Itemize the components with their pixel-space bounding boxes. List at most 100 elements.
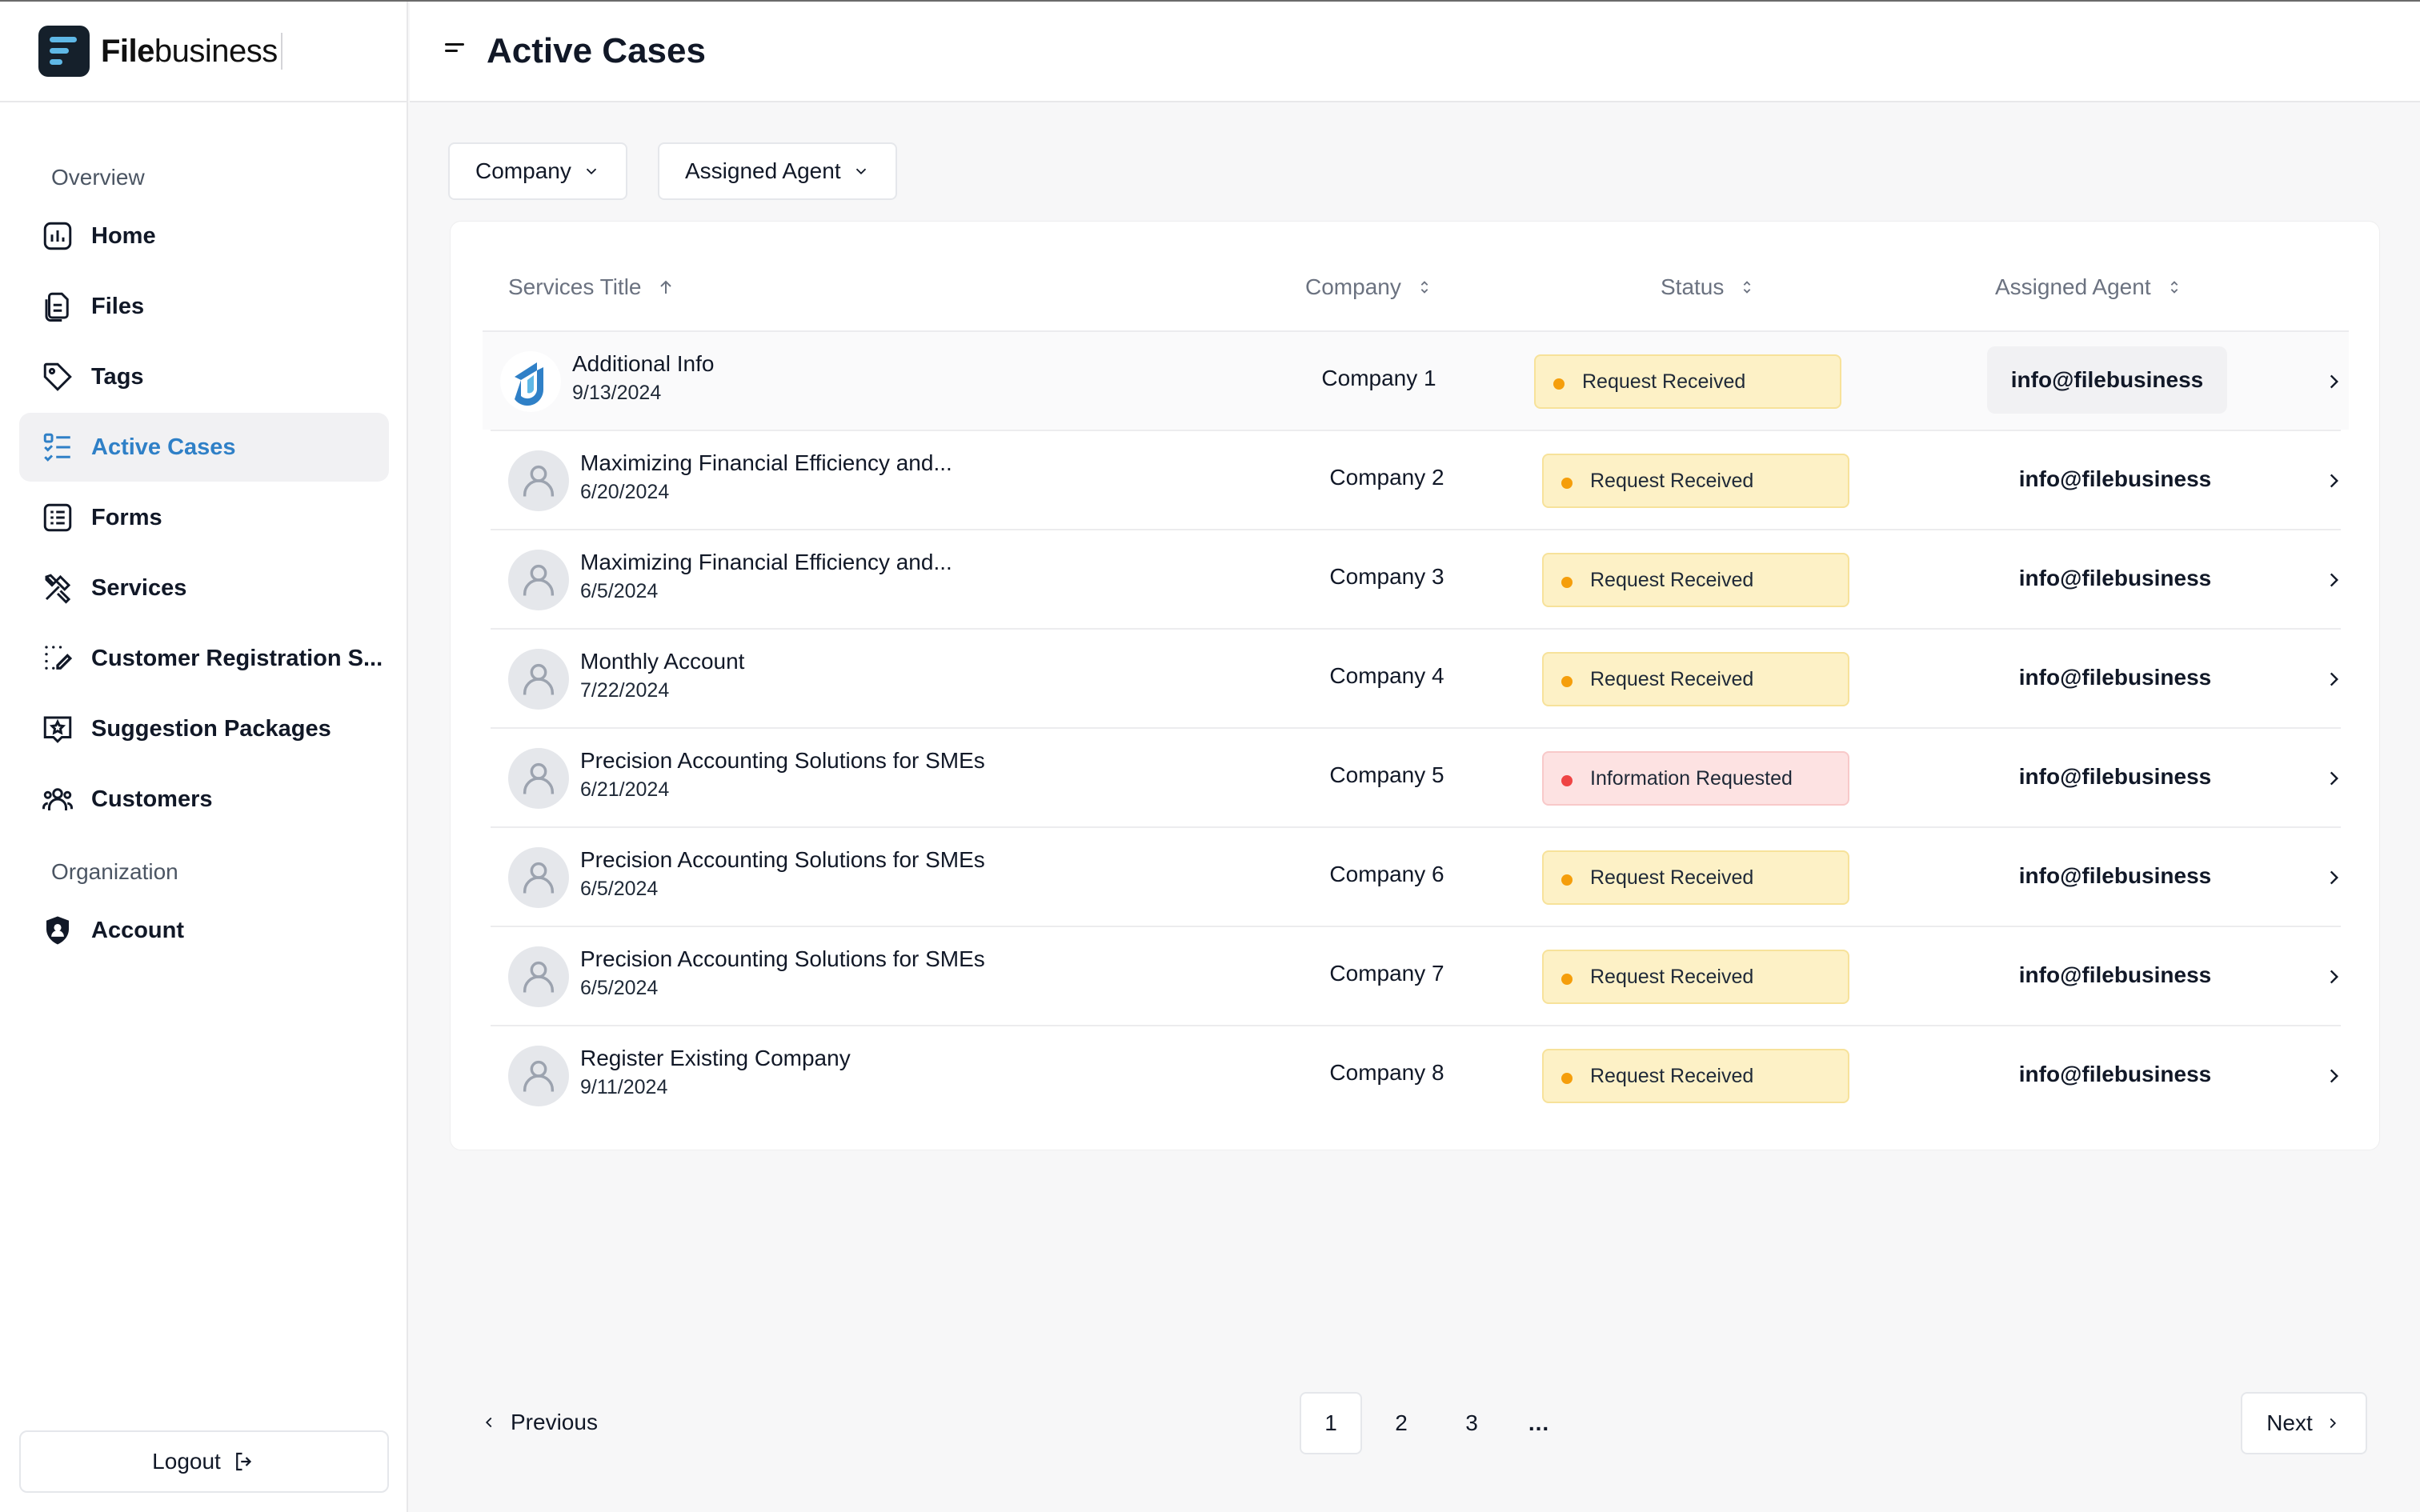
status-dot-icon xyxy=(1553,378,1565,390)
chevron-right-icon[interactable] xyxy=(2323,369,2344,394)
service-title: Precision Accounting Solutions for SMEs xyxy=(580,847,985,872)
avatar xyxy=(500,351,561,412)
table-row[interactable]: Maximizing Financial Efficiency and... 6/… xyxy=(491,430,2341,529)
agent-cell[interactable]: info@filebusiness xyxy=(1995,446,2235,513)
column-header-status-label: Status xyxy=(1661,274,1725,299)
agent-filter-dropdown[interactable]: Assigned Agent xyxy=(658,142,897,200)
sidebar-item-label: Account xyxy=(91,917,184,943)
agent-cell[interactable]: info@filebusiness xyxy=(1995,644,2235,711)
agent-cell[interactable]: info@filebusiness xyxy=(1995,1041,2235,1108)
column-header-company[interactable]: Company xyxy=(1305,274,1433,300)
chevron-right-icon[interactable] xyxy=(2323,766,2344,791)
avatar xyxy=(508,847,569,908)
company-cell: Company 5 xyxy=(1329,762,1444,787)
page-title: Active Cases xyxy=(487,31,706,70)
page-button-1[interactable]: 1 xyxy=(1300,1392,1362,1454)
sidebar-item-files[interactable]: Files xyxy=(19,272,389,341)
table-row[interactable]: Additional Info 9/13/2024 Company 1 Request… xyxy=(483,330,2349,430)
next-page-button[interactable]: Next xyxy=(2241,1392,2367,1454)
company-cell: Company 6 xyxy=(1329,862,1444,886)
page-header: Active Cases xyxy=(410,2,2420,102)
column-header-title[interactable]: Services Title xyxy=(508,274,675,300)
pagination-ellipsis[interactable]: ... xyxy=(1508,1392,1570,1454)
avatar xyxy=(508,550,569,610)
sidebar-item-label: Forms xyxy=(91,504,162,530)
status-badge: Request Received xyxy=(1542,1049,1849,1103)
status-label: Request Received xyxy=(1590,866,1754,889)
sidebar-item-label: Suggestion Packages xyxy=(91,715,331,742)
agent-cell[interactable]: info@filebusiness xyxy=(1987,346,2227,414)
sort-icon xyxy=(1420,281,1428,294)
chevron-right-icon[interactable] xyxy=(2323,666,2344,692)
sidebar-item-label: Services xyxy=(91,574,187,601)
company-cell: Company 7 xyxy=(1329,961,1444,986)
sidebar-item-suggestion-packages[interactable]: Suggestion Packages xyxy=(19,694,389,763)
sidebar-item-label: Customer Registration S... xyxy=(91,645,383,671)
user-avatar-icon xyxy=(523,465,555,497)
avatar xyxy=(508,748,569,809)
sidebar-item-tags[interactable]: Tags xyxy=(19,342,389,411)
avatar xyxy=(508,946,569,1007)
agent-filter-label: Assigned Agent xyxy=(685,158,841,183)
user-avatar-icon xyxy=(523,1060,555,1092)
tag-icon xyxy=(40,359,75,394)
column-header-agent-label: Assigned Agent xyxy=(1995,274,2151,299)
service-date: 9/13/2024 xyxy=(572,382,662,404)
company-cell: Company 2 xyxy=(1329,465,1444,490)
column-header-agent[interactable]: Assigned Agent xyxy=(1995,274,2183,300)
chevron-right-icon[interactable] xyxy=(2323,468,2344,494)
service-title: Additional Info xyxy=(572,351,715,376)
table-row[interactable]: Register Existing Company 9/11/2024 Compan… xyxy=(491,1025,2341,1124)
user-avatar-icon xyxy=(523,663,555,695)
table-row[interactable]: Precision Accounting Solutions for SMEs 6… xyxy=(491,826,2341,926)
status-label: Request Received xyxy=(1590,568,1754,591)
previous-page-button[interactable]: Previous xyxy=(480,1398,598,1446)
chevron-right-icon xyxy=(2330,1418,2336,1429)
status-label: Request Received xyxy=(1590,667,1754,690)
sidebar-item-home[interactable]: Home xyxy=(19,202,389,270)
sidebar-item-forms[interactable]: Forms xyxy=(19,483,389,552)
agent-cell[interactable]: info@filebusiness xyxy=(1995,545,2235,612)
service-title: Maximizing Financial Efficiency and... xyxy=(580,550,952,574)
chevron-right-icon[interactable] xyxy=(2323,964,2344,990)
page-button-3[interactable]: 3 xyxy=(1440,1392,1503,1454)
table-row[interactable]: Monthly Account 7/22/2024 Company 4 Request… xyxy=(491,628,2341,727)
column-header-status[interactable]: Status xyxy=(1661,274,1756,300)
page-button-2[interactable]: 2 xyxy=(1370,1392,1432,1454)
sidebar-item-label: Customers xyxy=(91,786,213,812)
company-filter-label: Company xyxy=(475,158,571,183)
table-row[interactable]: Maximizing Financial Efficiency and... 6/… xyxy=(491,529,2341,628)
service-date: 6/5/2024 xyxy=(580,580,659,602)
sidebar-item-customers[interactable]: Customers xyxy=(19,765,389,834)
sidebar-item-account[interactable]: Account xyxy=(19,896,389,965)
sidebar-item-services[interactable]: Services xyxy=(19,554,389,622)
agent-cell[interactable]: info@filebusiness xyxy=(1995,842,2235,910)
chevron-down-icon xyxy=(855,168,866,175)
company-filter-dropdown[interactable]: Company xyxy=(448,142,627,200)
shield-user-icon xyxy=(40,913,75,948)
avatar xyxy=(508,649,569,710)
users-icon xyxy=(40,782,75,817)
tools-icon xyxy=(40,570,75,606)
table-row[interactable]: Precision Accounting Solutions for SMEs 6… xyxy=(491,926,2341,1025)
sidebar-item-active-cases[interactable]: Active Cases xyxy=(19,413,389,482)
status-dot-icon xyxy=(1561,676,1573,687)
chevron-down-icon xyxy=(586,168,596,175)
column-header-company-label: Company xyxy=(1305,274,1401,299)
chevron-right-icon[interactable] xyxy=(2323,567,2344,593)
logout-button[interactable]: Logout xyxy=(19,1430,389,1493)
sidebar-item-customer-registration[interactable]: Customer Registration S... xyxy=(19,624,389,693)
service-logo-icon xyxy=(515,362,543,406)
agent-cell[interactable]: info@filebusiness xyxy=(1995,743,2235,810)
user-avatar-icon xyxy=(523,564,555,596)
logout-label: Logout xyxy=(152,1449,221,1474)
table-row[interactable]: Precision Accounting Solutions for SMEs 6… xyxy=(491,727,2341,826)
chevron-right-icon[interactable] xyxy=(2323,1063,2344,1089)
brand[interactable]: Filebusiness xyxy=(0,2,407,102)
menu-toggle-icon[interactable] xyxy=(445,43,467,59)
agent-cell[interactable]: info@filebusiness xyxy=(1995,942,2235,1009)
status-badge: Request Received xyxy=(1542,652,1849,706)
chevron-right-icon[interactable] xyxy=(2323,865,2344,890)
overview-section-label: Overview xyxy=(51,165,145,190)
service-title: Precision Accounting Solutions for SMEs xyxy=(580,748,985,773)
